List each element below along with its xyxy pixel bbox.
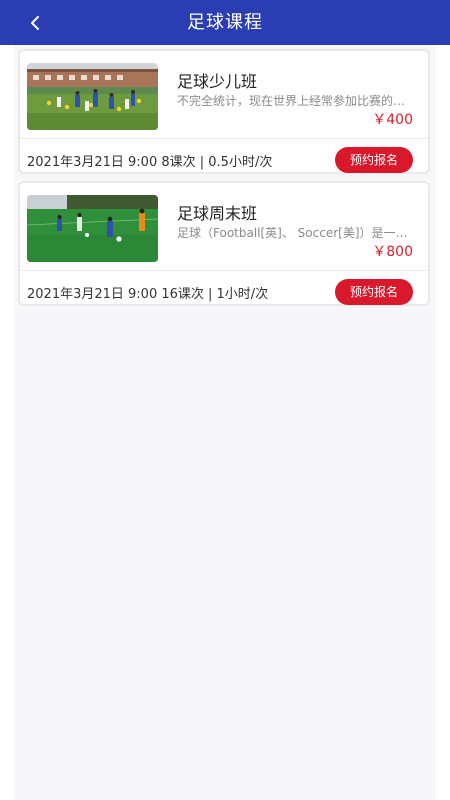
course-title: 足球周末班 [177,204,258,223]
card-divider [20,138,428,139]
course-card[interactable]: 足球少儿班 不完全统计，现在世界上经常参加比赛的足球… ￥400 2021年3月… [18,49,430,174]
page-title: 足球课程 [187,12,263,33]
course-image [27,195,158,262]
course-price: ￥800 [372,244,413,260]
course-image [27,63,158,130]
course-schedule: 2021年3月21日 9:00 16课次 | 1小时/次 [27,287,269,302]
course-price: ￥400 [372,112,413,128]
book-button[interactable]: 预约报名 [335,279,413,305]
course-card[interactable]: 足球周末班 足球（Football[英]、 Soccer[美]）是一项… ￥80… [18,181,430,306]
book-button[interactable]: 预约报名 [335,147,413,173]
course-list: 足球少儿班 不完全统计，现在世界上经常参加比赛的足球… ￥400 2021年3月… [14,45,436,800]
app-header: 足球课程 [0,0,450,45]
course-schedule: 2021年3月21日 9:00 8课次 | 0.5小时/次 [27,155,273,170]
course-title: 足球少儿班 [177,72,258,91]
course-description: 足球（Football[英]、 Soccer[美]）是一项… [177,226,417,240]
course-description: 不完全统计，现在世界上经常参加比赛的足球… [177,94,417,108]
card-divider [20,270,428,271]
